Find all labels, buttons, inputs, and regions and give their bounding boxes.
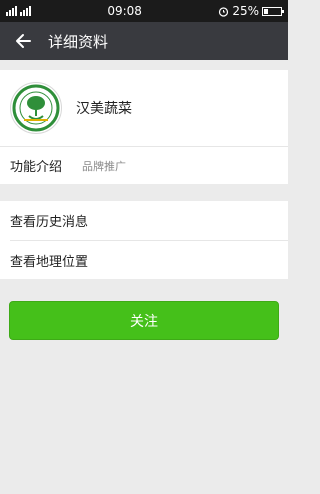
- signal-icon: [6, 6, 17, 16]
- avatar[interactable]: [10, 82, 62, 134]
- menu-group: 查看历史消息 查看地理位置: [0, 201, 288, 279]
- menu-item-history[interactable]: 查看历史消息: [0, 201, 288, 240]
- battery-level: [263, 8, 268, 14]
- alarm-icon: [219, 6, 229, 17]
- intro-row: 功能介绍 品牌推广: [0, 146, 288, 184]
- battery-icon: [261, 6, 284, 16]
- page-title: 详细资料: [48, 32, 109, 51]
- profile-name: 汉美蔬菜: [76, 101, 132, 117]
- signal-icon: [20, 6, 31, 16]
- title-bar: 详细资料: [0, 22, 288, 60]
- status-time: 09:08: [107, 4, 142, 18]
- intro-value: 品牌推广: [82, 159, 126, 173]
- arrow-left-icon: [16, 34, 31, 48]
- battery-percent: 25%: [232, 4, 259, 18]
- follow-button[interactable]: 关注: [9, 301, 279, 340]
- tree-logo-icon: [12, 84, 60, 132]
- menu-item-location[interactable]: 查看地理位置: [10, 240, 288, 279]
- status-right: 25%: [218, 4, 284, 18]
- profile-card: 汉美蔬菜: [0, 70, 288, 146]
- status-left: [6, 6, 31, 16]
- back-button[interactable]: [12, 30, 34, 52]
- intro-label: 功能介绍: [10, 160, 63, 175]
- status-bar: 09:08 25%: [0, 0, 288, 22]
